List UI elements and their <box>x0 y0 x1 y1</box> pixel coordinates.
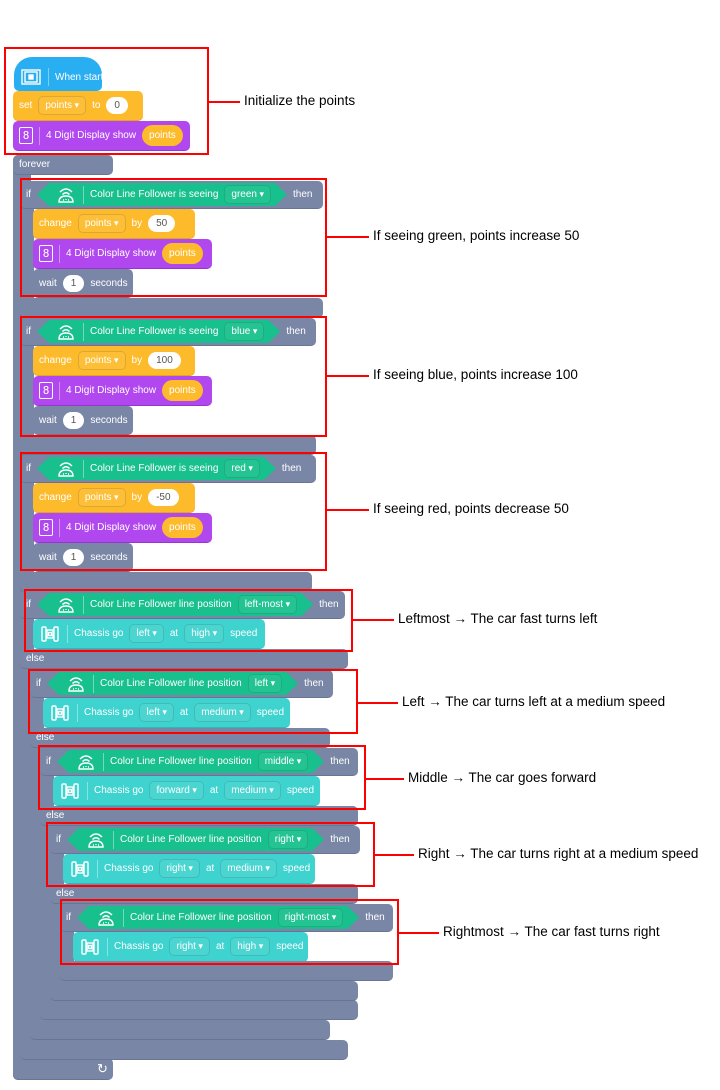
annotation-box <box>20 452 327 571</box>
else-bar: else <box>20 649 348 669</box>
if-footer <box>30 1020 330 1040</box>
annotation-box <box>46 822 375 887</box>
annotation-connector <box>366 778 404 780</box>
else-label: else <box>56 888 75 899</box>
annotation-connector <box>327 509 369 511</box>
annotation-box <box>20 316 327 437</box>
forever-footer: ↻ <box>13 1058 113 1080</box>
annotation-label: If seeing blue, points increase 100 <box>373 367 578 382</box>
annotation-box <box>20 178 327 297</box>
if-footer <box>20 298 323 318</box>
if-footer <box>40 1000 358 1020</box>
annotation-label: If seeing red, points decrease 50 <box>373 501 569 516</box>
annotation-connector <box>327 375 369 377</box>
annotation-label: Right → The car turns right at a medium … <box>418 846 699 861</box>
annotation-box <box>28 669 358 734</box>
if-footer <box>50 981 358 1001</box>
else-label: else <box>26 653 45 664</box>
annotation-label: Middle → The car goes forward <box>408 770 597 785</box>
annotation-connector <box>375 854 414 856</box>
annotation-connector <box>327 236 369 238</box>
annotation-label: If seeing green, points increase 50 <box>373 228 580 243</box>
forever-header: forever <box>13 155 113 175</box>
annotation-connector <box>209 101 240 103</box>
loop-arrow-icon: ↻ <box>97 1060 108 1076</box>
annotation-box <box>24 589 353 652</box>
annotation-label: Left → The car turns left at a medium sp… <box>402 694 666 709</box>
annotation-label: Rightmost → The car fast turns right <box>443 924 660 939</box>
annotation-connector <box>358 702 398 704</box>
annotation-label: Leftmost → The car fast turns left <box>398 611 598 626</box>
annotation-box <box>4 47 209 155</box>
else-label: else <box>46 810 65 821</box>
annotation-connector <box>399 932 439 934</box>
if-footer <box>20 1040 348 1060</box>
annotation-box <box>38 745 366 810</box>
forever-label: forever <box>19 159 51 170</box>
annotation-label: Initialize the points <box>244 93 356 108</box>
annotation-connector <box>353 619 394 621</box>
annotation-box <box>60 899 399 965</box>
